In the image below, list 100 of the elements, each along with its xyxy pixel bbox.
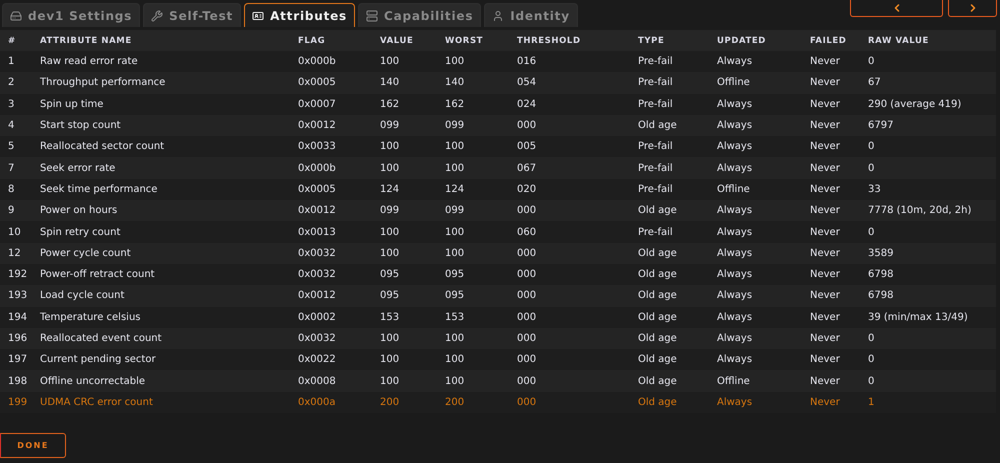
table-cell-text: 12 xyxy=(8,248,22,259)
table-cell-text: Pre-fail xyxy=(638,162,674,174)
table-cell-text: Old age xyxy=(638,120,678,132)
table-cell-text: 095 xyxy=(380,269,400,280)
table-cell-text: Never xyxy=(810,56,841,68)
table-cell-text: Never xyxy=(810,205,841,216)
table-cell-text: Never xyxy=(810,184,841,195)
table-cell-text: UDMA CRC error count xyxy=(40,396,154,408)
user-icon xyxy=(492,10,504,22)
table-cell-text: Power cycle count xyxy=(40,248,132,259)
table-cell-text: Never xyxy=(810,77,841,88)
table-cell-text: 024 xyxy=(517,98,538,110)
table-cell-text: Always xyxy=(717,56,754,68)
column-header: VALUE xyxy=(380,36,414,46)
table-cell-text: 0 xyxy=(868,226,876,238)
table-cell-text: Seek error rate xyxy=(40,162,116,174)
table-cell-text: 0x0012 xyxy=(298,290,337,302)
table-cell-text: 199 xyxy=(8,396,28,408)
table-cell-text: Load cycle count xyxy=(40,290,126,302)
table-cell-text: Spin up time xyxy=(40,98,104,110)
table-cell-text: Old age xyxy=(638,396,678,408)
table-cell-text: 067 xyxy=(517,162,538,174)
table-cell-text: Pre-fail xyxy=(638,226,674,238)
table-cell-text: Reallocated event count xyxy=(40,333,163,344)
column-header: FLAG xyxy=(298,36,326,46)
table-cell-text: Offline xyxy=(717,184,751,195)
table-cell-text: 054 xyxy=(517,77,538,88)
table-cell-text: 099 xyxy=(445,205,466,216)
table-cell-text: Never xyxy=(810,141,841,152)
column-header: TYPE xyxy=(638,36,666,46)
table-cell-text: 100 xyxy=(380,56,400,68)
table-cell-text: Seek time performance xyxy=(40,184,158,195)
table-cell-text: 0x0012 xyxy=(298,120,337,132)
table-cell-text: Always xyxy=(717,98,754,110)
table-cell-text: 0 xyxy=(868,333,876,344)
table-cell-text: 33 xyxy=(868,184,882,195)
table-cell-text: Always xyxy=(717,120,754,132)
table-cell-text: Never xyxy=(810,354,841,366)
table-cell-text: 290 (average 419) xyxy=(868,98,962,110)
next-button[interactable] xyxy=(948,0,997,17)
table-cell-text: Always xyxy=(717,333,754,344)
table-cell-text: Never xyxy=(810,269,841,280)
previous-button[interactable] xyxy=(850,0,943,17)
table-cell-text: 005 xyxy=(517,141,538,152)
table-cell-text: 099 xyxy=(380,120,400,132)
table-cell-text: Temperature celsius xyxy=(40,312,142,323)
tab[interactable]: dev1 Settings xyxy=(2,3,140,27)
table-cell-text: 0 xyxy=(868,354,876,366)
table-cell-text: 100 xyxy=(445,226,466,238)
server-icon xyxy=(366,10,378,22)
table-cell-text: 099 xyxy=(380,205,400,216)
table-cell-text: 000 xyxy=(517,205,538,216)
table-cell-text: 0x0007 xyxy=(298,98,337,110)
column-header: ATTRIBUTE NAME xyxy=(40,36,133,46)
table-cell-text: 197 xyxy=(8,354,28,366)
table-cell-text: 6798 xyxy=(868,290,894,302)
table-cell-text: 000 xyxy=(517,376,538,387)
tab[interactable]: Identity xyxy=(484,3,578,27)
table-cell-text: 100 xyxy=(445,141,466,152)
table-cell-text: 0 xyxy=(868,376,876,387)
table-cell-text: Old age xyxy=(638,333,678,344)
table-cell-text: 000 xyxy=(517,248,538,259)
table-cell-text: 1 xyxy=(868,396,876,408)
table-cell-text: 3589 xyxy=(868,248,894,259)
tab[interactable]: Attributes xyxy=(244,3,356,27)
table-cell-text: Never xyxy=(810,120,841,132)
table-cell-text: Old age xyxy=(638,269,678,280)
table-cell-text: Always xyxy=(717,354,754,366)
table-cell-text: 100 xyxy=(380,162,400,174)
done-button[interactable]: DONE xyxy=(0,433,66,458)
table-cell-text: 200 xyxy=(445,396,466,408)
table-cell-text: 4 xyxy=(8,120,16,132)
tab[interactable]: Self-Test xyxy=(143,3,242,27)
table-cell-text: 192 xyxy=(8,269,28,280)
table-cell-text: Pre-fail xyxy=(638,56,674,68)
table-cell-text: Offline xyxy=(717,77,751,88)
table-cell-text: Power-off retract count xyxy=(40,269,156,280)
table-cell-text: Always xyxy=(717,312,754,323)
table-cell-text: 100 xyxy=(380,226,400,238)
table-cell-text: Never xyxy=(810,226,841,238)
table-cell-text: 1 xyxy=(8,56,16,68)
table-cell-text: Pre-fail xyxy=(638,141,674,152)
table-cell-text: 060 xyxy=(517,226,538,238)
table-cell-text: Offline uncorrectable xyxy=(40,376,146,387)
table-cell-text: 100 xyxy=(380,376,400,387)
table-cell-text: 095 xyxy=(445,290,466,302)
table-cell-text: 016 xyxy=(517,56,538,68)
table-cell-text: Offline xyxy=(717,376,751,387)
table-cell-text: Always xyxy=(717,226,754,238)
table-cell-text: 3 xyxy=(8,98,16,110)
tab[interactable]: Capabilities xyxy=(358,3,482,27)
table-cell-text: 000 xyxy=(517,333,538,344)
column-header: UPDATED xyxy=(717,36,767,46)
table-cell-text: 124 xyxy=(445,184,466,195)
table-cell-text: Raw read error rate xyxy=(40,56,139,68)
table-cell-text: 0x0008 xyxy=(298,376,337,387)
table-cell-text: Old age xyxy=(638,376,678,387)
table-cell-text: 200 xyxy=(380,396,400,408)
table-cell-text: 0x0032 xyxy=(298,269,337,280)
table-cell-text: Power on hours xyxy=(40,205,118,216)
